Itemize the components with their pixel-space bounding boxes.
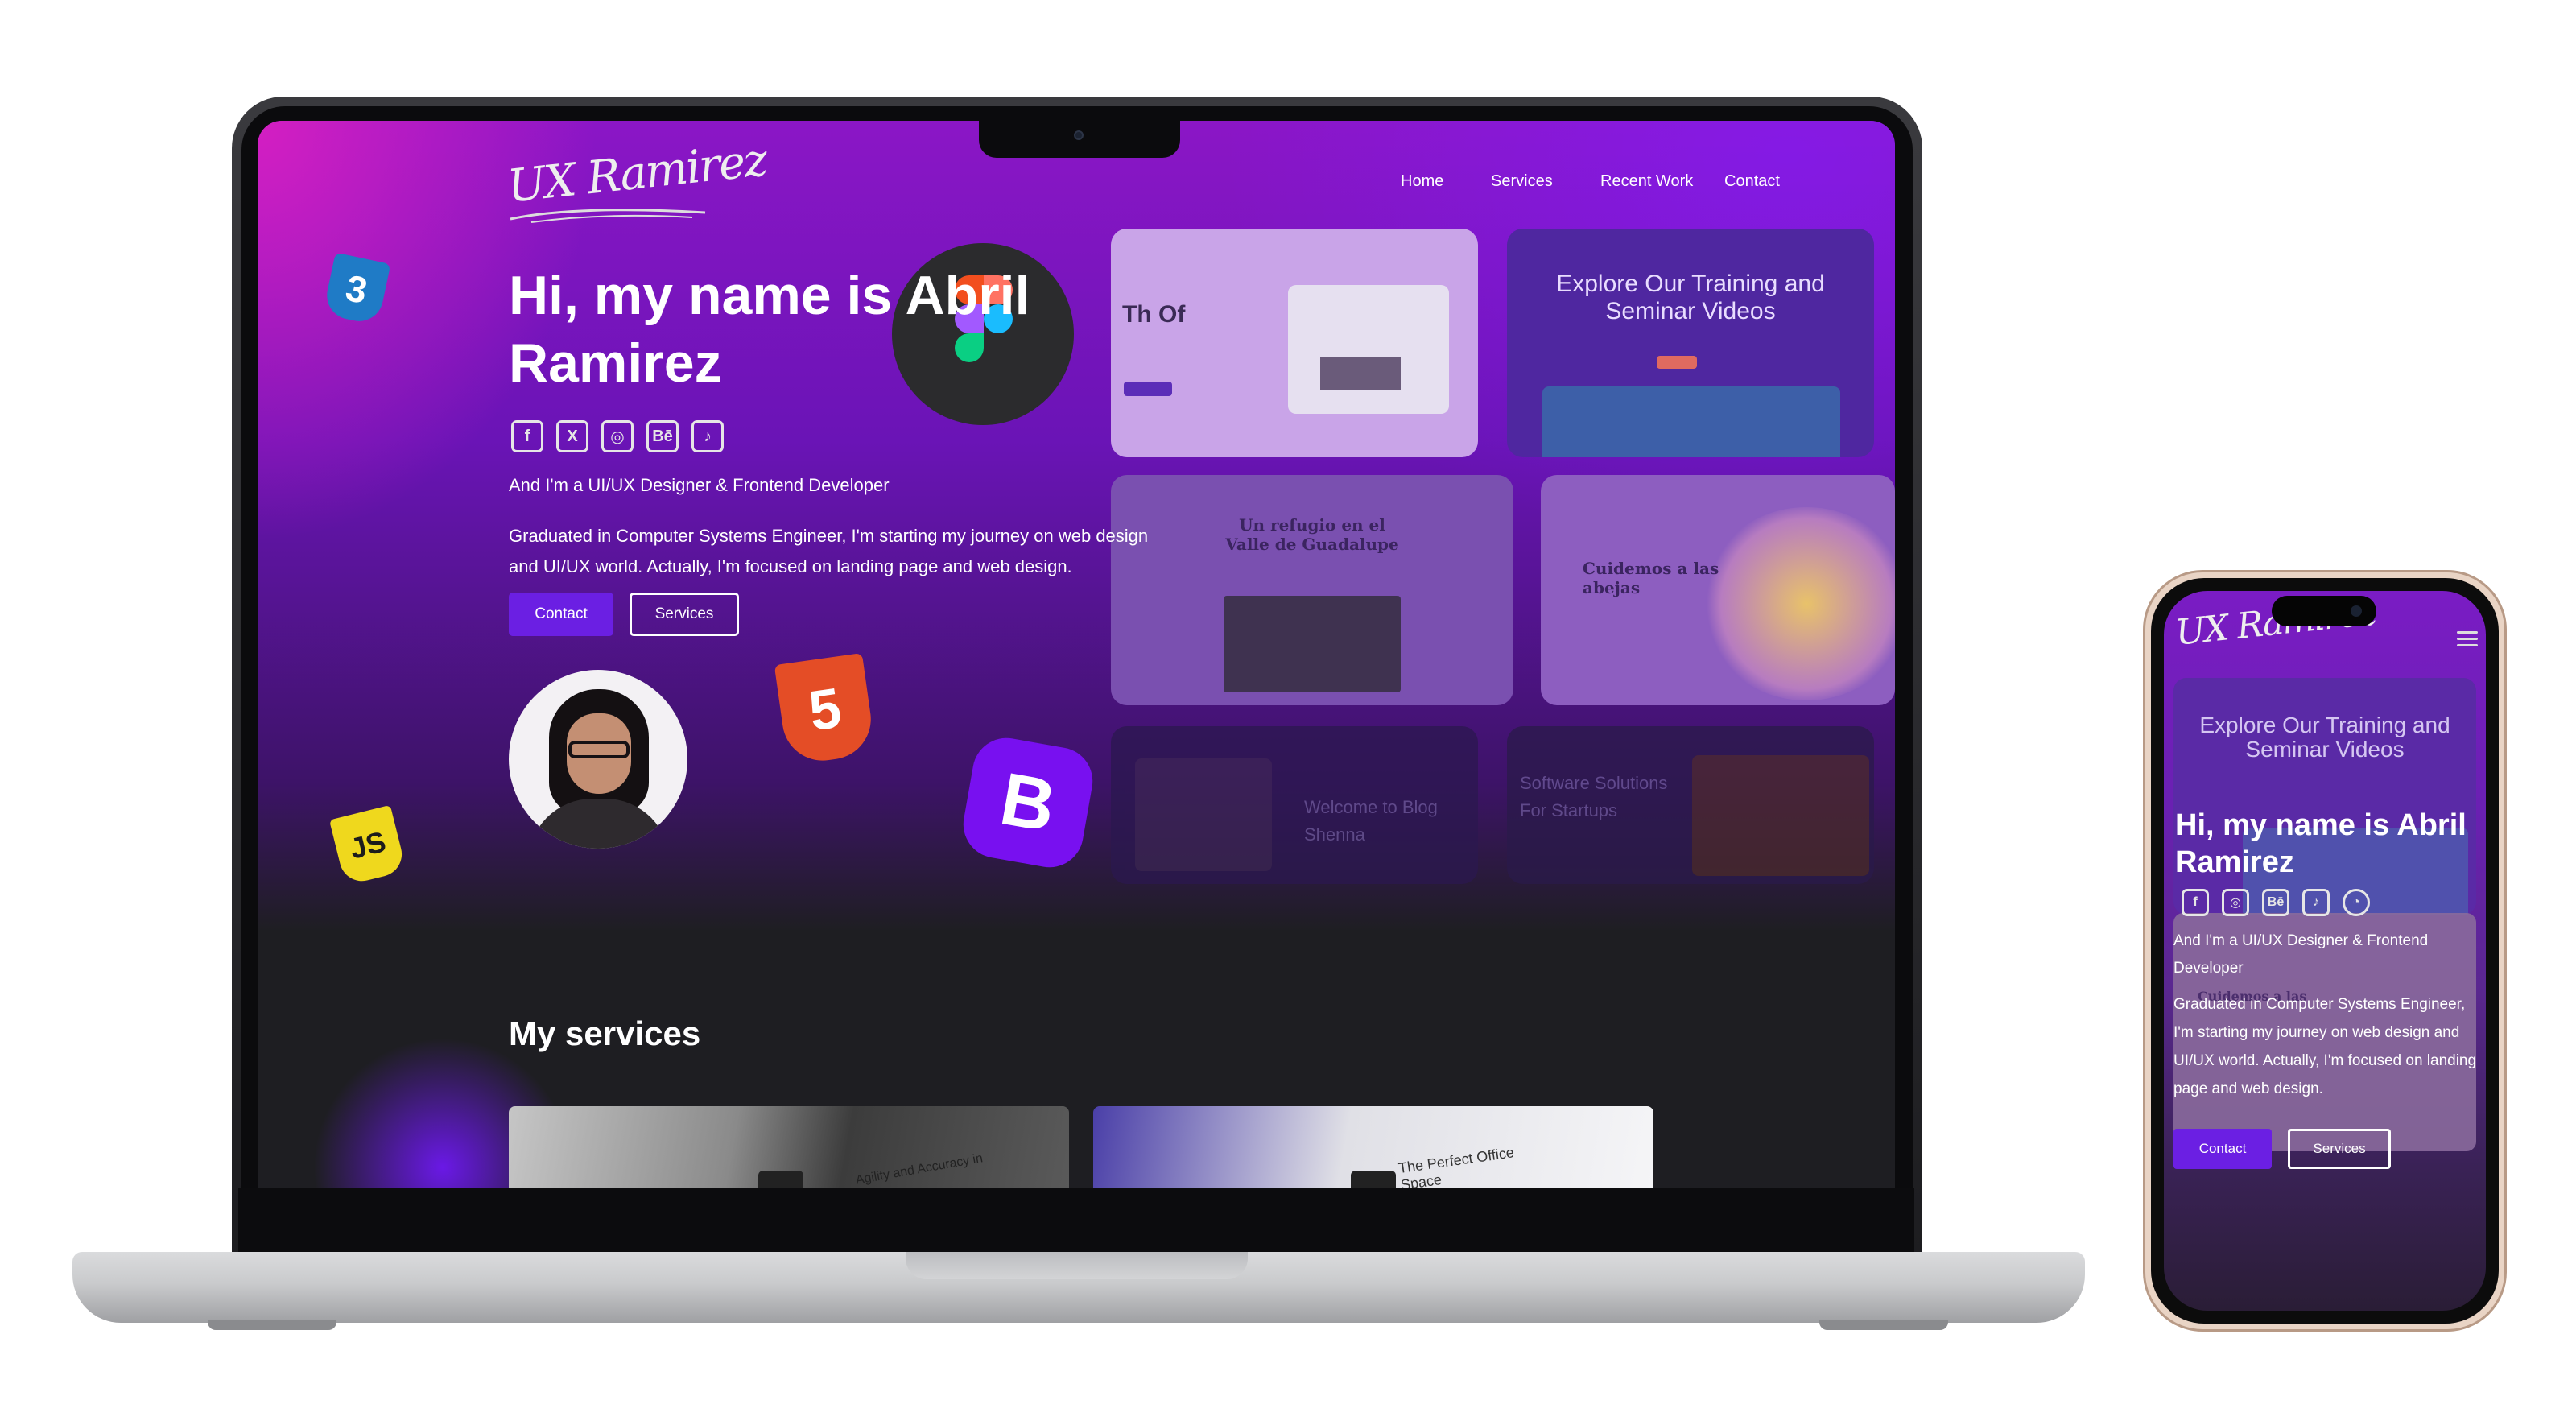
hero-title: Hi, my name is Abril Ramirez — [509, 265, 1030, 394]
behance-icon[interactable]: Bē — [2262, 889, 2289, 916]
bootstrap-icon: B — [958, 733, 1098, 873]
project-thumb-2[interactable]: Explore Our Training and Seminar Videos — [1507, 229, 1874, 457]
social-links: f X ◎ Bē ♪ — [511, 420, 724, 452]
logo-swoosh — [510, 209, 706, 223]
laptop-hinge — [238, 1188, 1914, 1252]
service-card-2[interactable]: The Perfect Office Space — [1093, 1106, 1653, 1188]
project-thumb-3[interactable]: Un refugio en el Valle de Guadalupe — [1111, 475, 1513, 705]
project-thumb-6[interactable]: Software Solutions For Startups — [1507, 726, 1874, 884]
laptop-thumb-notch — [906, 1252, 1248, 1279]
nav-contact[interactable]: Contact — [1724, 172, 1780, 191]
hero-description: Graduated in Computer Systems Engineer, … — [509, 526, 1149, 576]
services-heading: My services — [509, 1014, 701, 1052]
phone-hero-subtitle: And I'm a UI/UX Designer & Frontend Deve… — [2174, 932, 2429, 977]
tiktok-icon[interactable]: ♪ — [691, 420, 724, 452]
facebook-icon[interactable]: f — [511, 420, 543, 452]
laptop-foot-left — [208, 1320, 336, 1330]
project-thumb-4[interactable]: Cuidemos a las abejas — [1541, 475, 1895, 705]
behance-icon[interactable]: Bē — [646, 420, 679, 452]
project-thumb-1[interactable]: Th Of — [1111, 229, 1478, 457]
laptop-foot-right — [1819, 1320, 1948, 1330]
phone-camera-icon — [2351, 605, 2362, 617]
facebook-icon[interactable]: f — [2182, 889, 2209, 916]
device-mockup-stage: UX Ramirez Home Services Recent Work Con… — [0, 0, 2576, 1421]
x-twitter-icon[interactable]: X — [556, 420, 588, 452]
camera-icon — [1074, 130, 1084, 140]
instagram-icon[interactable]: ◎ — [2222, 889, 2249, 916]
service-card-1[interactable]: Agility and Accuracy in — [509, 1106, 1069, 1188]
contact-button[interactable]: Contact — [509, 593, 613, 636]
avatar — [509, 670, 687, 849]
phone-hero-description: Graduated in Computer Systems Engineer, … — [2174, 996, 2477, 1097]
hamburger-menu-icon[interactable] — [2457, 631, 2478, 649]
tiktok-icon[interactable]: ♪ — [2302, 889, 2330, 916]
nav-services[interactable]: Services — [1491, 172, 1553, 191]
phone-services-button[interactable]: Services — [2288, 1129, 2391, 1169]
instagram-icon[interactable]: ◎ — [601, 420, 634, 452]
laptop-screen: UX Ramirez Home Services Recent Work Con… — [258, 121, 1895, 1188]
hero-subtitle: And I'm a UI/UX Designer & Frontend Deve… — [509, 475, 890, 495]
phone-social-links: f ◎ Bē ♪ ◔ — [2182, 889, 2370, 916]
services-button[interactable]: Services — [630, 593, 739, 636]
nav-home[interactable]: Home — [1401, 172, 1443, 191]
project-thumb-5[interactable]: Welcome to Blog Shenna — [1111, 726, 1478, 884]
phone-hero-title: Hi, my name is Abril Ramirez — [2175, 808, 2467, 879]
github-icon[interactable]: ◔ — [2343, 889, 2370, 916]
phone-contact-button[interactable]: Contact — [2174, 1129, 2272, 1169]
nav-recent-work[interactable]: Recent Work — [1600, 172, 1693, 191]
phone-screen: UX Ramirez Explore Our Training and Semi… — [2164, 591, 2486, 1311]
